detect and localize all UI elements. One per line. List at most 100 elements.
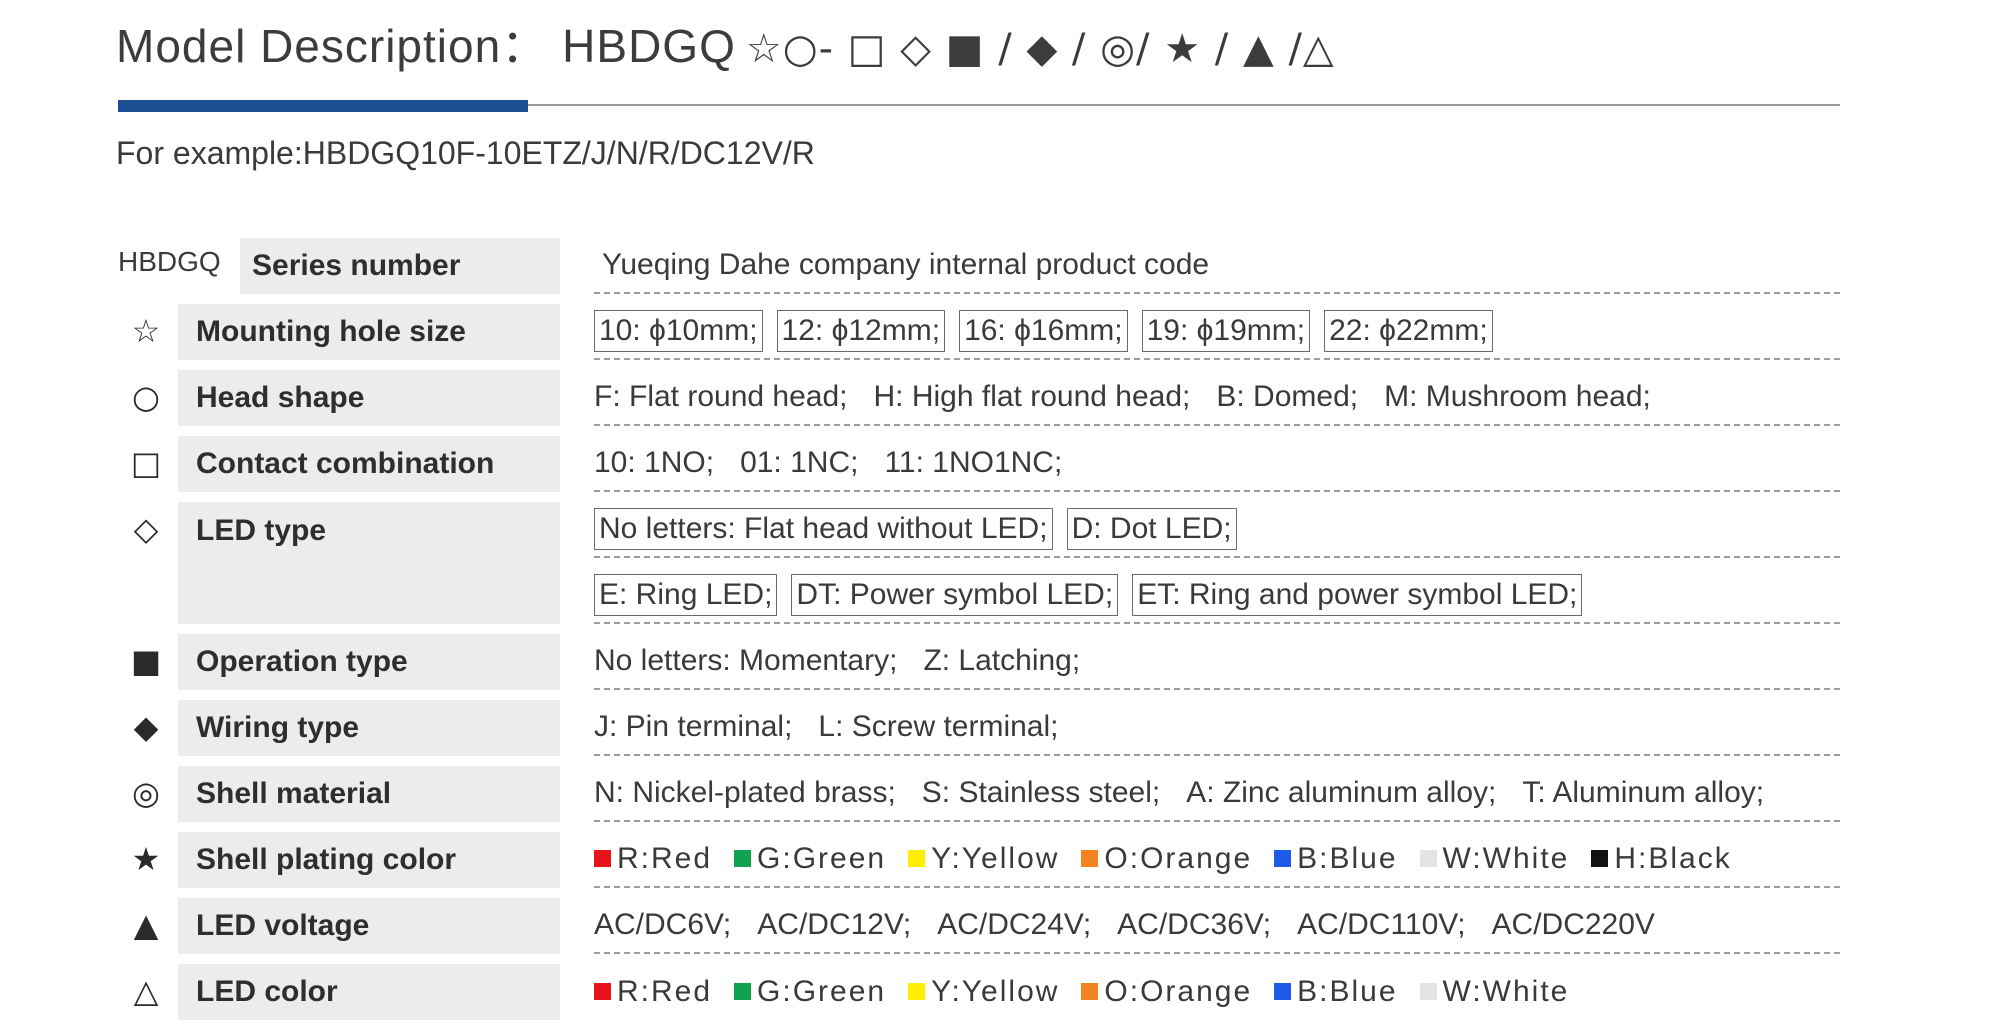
- option-text: AC/DC12V;: [757, 908, 912, 941]
- color-option: B:Blue: [1297, 975, 1398, 1008]
- star-outline-icon: ☆: [131, 312, 161, 350]
- color-option: Y:Yellow: [931, 975, 1060, 1008]
- blue-swatch: [1274, 983, 1292, 1000]
- yellow-swatch: [908, 983, 926, 1000]
- option-box: D: Dot LED;: [1066, 508, 1237, 550]
- shell-plating-color-label: Shell plating color: [178, 832, 560, 888]
- option-box: 12: ϕ12mm;: [776, 310, 946, 352]
- blue-swatch: [1274, 850, 1292, 867]
- green-swatch: [734, 850, 752, 867]
- row-led-color: △ LED color R:Red G:Green Y:Yellow O:Ora…: [0, 964, 2000, 1020]
- series-number-desc: Yueqing Dahe company internal product co…: [594, 238, 1840, 294]
- led-type-label: LED type: [178, 502, 560, 624]
- double-circle-icon: ◎: [132, 774, 160, 812]
- led-color-label: LED color: [178, 964, 560, 1020]
- option-text: AC/DC110V;: [1297, 908, 1466, 941]
- diamond-filled-icon: ◆: [133, 708, 159, 746]
- option-text: N: Nickel-plated brass;: [594, 776, 896, 809]
- option-text: A: Zinc aluminum alloy;: [1186, 776, 1497, 809]
- option-text: AC/DC24V;: [937, 908, 1092, 941]
- color-option: B:Blue: [1297, 842, 1398, 875]
- option-text: AC/DC36V;: [1117, 908, 1272, 941]
- yellow-swatch: [908, 850, 926, 867]
- orange-swatch: [1081, 983, 1099, 1000]
- led-type-options-line-2: E: Ring LED; DT: Power symbol LED; ET: R…: [594, 568, 1840, 624]
- option-text: AC/DC220V: [1491, 908, 1655, 941]
- option-text: H: High flat round head;: [873, 380, 1191, 413]
- head-shape-label: Head shape: [178, 370, 560, 426]
- option-text: 11: 1NO1NC;: [884, 446, 1063, 479]
- color-option: R:Red: [617, 975, 713, 1008]
- circle-outline-icon: ○: [132, 378, 160, 416]
- title-label: Model Description：: [116, 20, 549, 72]
- option-text: L: Screw terminal;: [818, 710, 1059, 743]
- option-text: 10: 1NO;: [594, 446, 715, 479]
- color-option: R:Red: [617, 842, 713, 875]
- color-option: O:Orange: [1104, 842, 1253, 875]
- page-title: Model Description： HBDGQ ☆○- □ ◇ ■ / ◆ / ◎…: [116, 14, 1335, 78]
- contact-combination-options: 10: 1NO; 01: 1NC; 11: 1NO1NC;: [594, 436, 1840, 492]
- option-box: 10: ϕ10mm;: [594, 310, 763, 352]
- shell-plating-color-options: R:Red G:Green Y:Yellow O:Orange B:Blue W…: [594, 832, 1840, 888]
- model-symbols: ☆○- □ ◇ ■ / ◆ / ◎/ ★ / ▲ /△: [745, 26, 1335, 72]
- option-box: 16: ϕ16mm;: [959, 310, 1128, 352]
- white-swatch: [1419, 850, 1437, 867]
- led-voltage-options: AC/DC6V; AC/DC12V; AC/DC24V; AC/DC36V; A…: [594, 898, 1840, 954]
- head-shape-options: F: Flat round head; H: High flat round h…: [594, 370, 1840, 426]
- square-filled-icon: ■: [130, 642, 162, 680]
- orange-swatch: [1081, 850, 1099, 867]
- title-accent-bar: [118, 100, 528, 112]
- option-box: DT: Power symbol LED;: [791, 574, 1119, 616]
- shell-material-label: Shell material: [178, 766, 560, 822]
- black-swatch: [1591, 850, 1609, 867]
- mounting-hole-size-label: Mounting hole size: [178, 304, 560, 360]
- option-text: T: Aluminum alloy;: [1522, 776, 1765, 809]
- option-text: J: Pin terminal;: [594, 710, 793, 743]
- option-text: Z: Latching;: [923, 644, 1081, 677]
- wiring-type-options: J: Pin terminal; L: Screw terminal;: [594, 700, 1840, 756]
- series-number-label: Series number: [240, 238, 560, 294]
- option-text: M: Mushroom head;: [1384, 380, 1651, 413]
- option-text: AC/DC6V;: [594, 908, 732, 941]
- option-box: 19: ϕ19mm;: [1141, 310, 1311, 352]
- row-shell-material: ◎ Shell material N: Nickel-plated brass;…: [0, 766, 2000, 822]
- star-filled-icon: ★: [131, 840, 161, 878]
- led-voltage-label: LED voltage: [178, 898, 560, 954]
- option-text: B: Domed;: [1216, 380, 1359, 413]
- color-option: Y:Yellow: [931, 842, 1060, 875]
- square-outline-icon: □: [130, 444, 162, 482]
- row-shell-plating-color: ★ Shell plating color R:Red G:Green Y:Ye…: [0, 832, 2000, 888]
- mounting-hole-size-options: 10: ϕ10mm; 12: ϕ12mm; 16: ϕ16mm; 19: ϕ19…: [594, 304, 1840, 360]
- row-led-type: ◇ LED type No letters: Flat head without…: [0, 502, 2000, 624]
- row-contact-combination: □ Contact combination 10: 1NO; 01: 1NC; …: [0, 436, 2000, 492]
- color-option: W:White: [1442, 975, 1570, 1008]
- triangle-outline-icon: △: [133, 972, 159, 1010]
- option-box: No letters: Flat head without LED;: [594, 508, 1053, 550]
- row-operation-type: ■ Operation type No letters: Momentary; …: [0, 634, 2000, 690]
- contact-combination-label: Contact combination: [178, 436, 560, 492]
- option-box: E: Ring LED;: [594, 574, 778, 616]
- red-swatch: [594, 983, 611, 1000]
- model-code: HBDGQ: [562, 20, 736, 72]
- row-series-number: HBDGQ Series number Yueqing Dahe company…: [0, 238, 2000, 294]
- triangle-filled-icon: ▲: [133, 906, 159, 944]
- option-box: ET: Ring and power symbol LED;: [1132, 574, 1583, 616]
- option-text: 01: 1NC;: [740, 446, 859, 479]
- option-text: No letters: Momentary;: [594, 644, 898, 677]
- row-mounting-hole-size: ☆ Mounting hole size 10: ϕ10mm; 12: ϕ12m…: [0, 304, 2000, 360]
- color-option: H:Black: [1614, 842, 1732, 875]
- option-box: 22: ϕ22mm;: [1324, 310, 1493, 352]
- led-color-options: R:Red G:Green Y:Yellow O:Orange B:Blue W…: [594, 964, 1840, 1020]
- row-head-shape: ○ Head shape F: Flat round head; H: High…: [0, 370, 2000, 426]
- option-text: S: Stainless steel;: [921, 776, 1161, 809]
- operation-type-options: No letters: Momentary; Z: Latching;: [594, 634, 1840, 690]
- wiring-type-label: Wiring type: [178, 700, 560, 756]
- color-option: G:Green: [757, 975, 887, 1008]
- led-type-options-line-1: No letters: Flat head without LED; D: Do…: [594, 502, 1840, 558]
- color-option: G:Green: [757, 842, 887, 875]
- white-swatch: [1419, 983, 1437, 1000]
- row-led-voltage: ▲ LED voltage AC/DC6V; AC/DC12V; AC/DC24…: [0, 898, 2000, 954]
- green-swatch: [734, 983, 752, 1000]
- diamond-outline-icon: ◇: [133, 510, 159, 548]
- operation-type-label: Operation type: [178, 634, 560, 690]
